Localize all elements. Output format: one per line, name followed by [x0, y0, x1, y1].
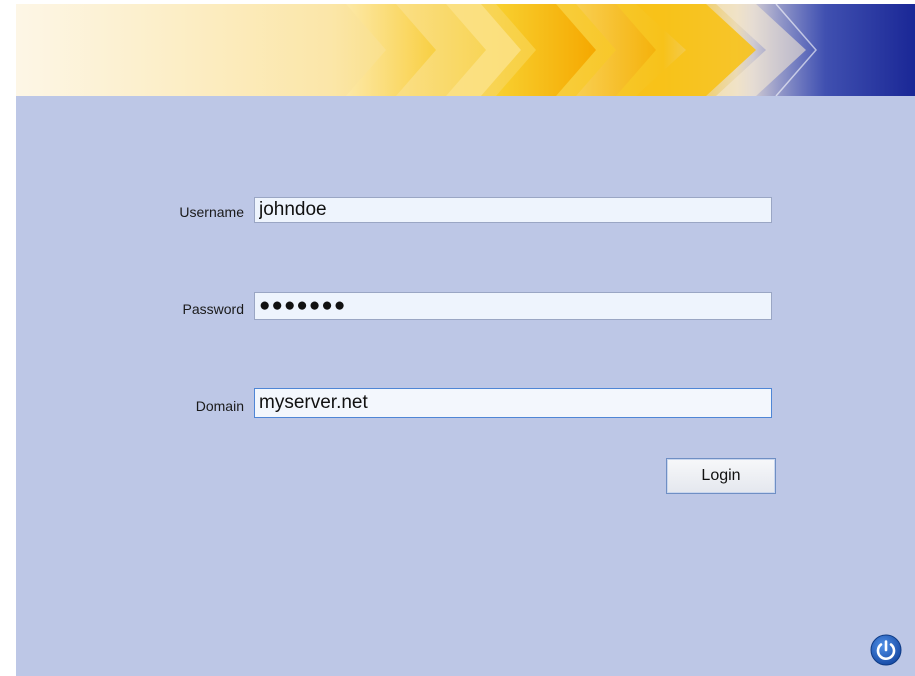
- domain-input[interactable]: [254, 388, 772, 418]
- power-button[interactable]: [870, 634, 902, 666]
- login-window: Username Password ●●●●●●● Domain Login: [16, 4, 915, 676]
- password-input[interactable]: ●●●●●●●: [254, 292, 772, 320]
- username-input[interactable]: [254, 197, 772, 223]
- header-banner: [16, 4, 915, 96]
- domain-label: Domain: [195, 398, 244, 414]
- username-label: Username: [179, 204, 244, 220]
- login-button[interactable]: Login: [666, 458, 776, 494]
- banner-chevron-graphic: [16, 4, 915, 96]
- power-icon: [870, 634, 902, 666]
- password-label: Password: [182, 301, 244, 317]
